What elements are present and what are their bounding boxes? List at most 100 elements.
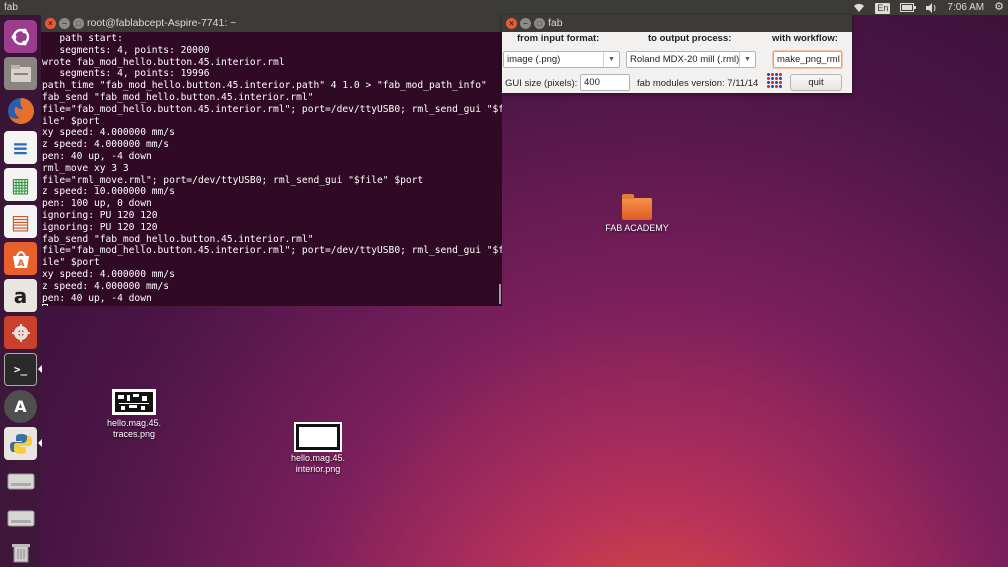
terminal-line: file="rml_move.rml"; port=/dev/ttyUSB0; …	[42, 174, 424, 186]
to-output-process-label: to output process:	[648, 33, 732, 44]
png-thumbnail-icon	[112, 389, 156, 415]
terminal-line: file="fab_mod_hello.button.45.interior.r…	[42, 245, 502, 257]
logo-dot	[767, 81, 770, 84]
software-updater-icon[interactable]: A	[4, 390, 37, 423]
terminal-line: ile" $port	[42, 115, 100, 127]
terminal-output[interactable]: path start: segments: 4, points: 20000 wr…	[41, 32, 502, 306]
top-panel: fab En 7:06 AM ⚙	[0, 0, 1008, 15]
libreoffice-calc-icon[interactable]: ▦	[4, 168, 37, 201]
svg-text:A: A	[17, 259, 24, 269]
quit-button[interactable]: quit	[790, 74, 842, 91]
fab-title: fab	[548, 17, 563, 29]
logo-dot	[775, 73, 778, 76]
indicator-area: En 7:06 AM ⚙	[853, 0, 1004, 15]
version-text: fab modules version: 7/11/14	[637, 78, 759, 89]
terminal-line: ignoring: PU 120 120	[42, 221, 158, 233]
drive-icon[interactable]	[4, 464, 37, 497]
terminal-line: pen: 40 up, -4 down	[42, 150, 152, 162]
logo-dot	[775, 85, 778, 88]
terminal-titlebar[interactable]: × – □ root@fablabcept-Aspire-7741: ~	[41, 15, 502, 32]
output-process-value: Roland MDX-20 mill (.rml)	[630, 54, 740, 65]
logo-dot	[771, 81, 774, 84]
terminal-line: ignoring: PU 120 120	[42, 209, 158, 221]
chevron-down-icon[interactable]: ▼	[739, 52, 755, 67]
terminal-line: segments: 4, points: 20000	[42, 44, 210, 56]
workflow-value: make_png_rml	[777, 54, 840, 65]
terminal-line: path start:	[42, 33, 123, 44]
terminal-window[interactable]: × – □ root@fablabcept-Aspire-7741: ~ pat…	[41, 15, 502, 306]
volume-icon[interactable]	[926, 0, 937, 15]
clock-time[interactable]: 7:06 AM	[947, 0, 984, 15]
fab-titlebar[interactable]: × – □ fab	[502, 15, 852, 32]
maximize-icon[interactable]: □	[73, 18, 84, 29]
logo-dot	[775, 81, 778, 84]
fab-window[interactable]: × – □ fab from input format: to output p…	[502, 15, 852, 93]
terminal-cursor	[42, 304, 48, 306]
logo-dot	[767, 85, 770, 88]
workflow-field[interactable]: make_png_rml	[773, 51, 842, 68]
terminal-line: z speed: 10.000000 mm/s	[42, 186, 175, 198]
battery-icon[interactable]	[900, 0, 917, 15]
firefox-icon[interactable]	[4, 94, 37, 127]
terminal-line: rml_move xy 3 3	[42, 162, 129, 174]
gui-size-input[interactable]: 400	[580, 74, 630, 91]
output-process-select[interactable]: Roland MDX-20 mill (.rml) ▼	[626, 51, 756, 68]
close-icon[interactable]: ×	[45, 18, 56, 29]
terminal-line: fab_send "fab_mod_hello.button.45.interi…	[42, 233, 314, 245]
terminal-line: ile" $port	[42, 257, 100, 269]
terminal-icon[interactable]: >_	[4, 353, 37, 386]
maximize-icon[interactable]: □	[534, 18, 545, 29]
terminal-line: file="fab_mod_hello.button.45.interior.r…	[42, 103, 502, 115]
logo-dot	[771, 77, 774, 80]
terminal-line: z speed: 4.000000 mm/s	[42, 139, 170, 151]
gui-size-label: GUI size (pixels):	[505, 78, 578, 89]
active-app-name: fab	[4, 2, 18, 13]
desktop-file-traces[interactable]: hello.mag.45. traces.png	[94, 389, 174, 439]
drive-2-icon[interactable]	[4, 501, 37, 534]
terminal-line: path_time "fab_mod_hello.button.45.inter…	[42, 80, 487, 92]
desktop-icon-label: hello.mag.45. interior.png	[290, 453, 346, 474]
terminal-line: wrote fab_mod_hello.button.45.interior.r…	[42, 56, 285, 68]
input-format-select[interactable]: image (.png) ▼	[503, 51, 620, 68]
desktop-icon-label: hello.mag.45. traces.png	[106, 418, 162, 439]
terminal-line: xy speed: 4.000000 mm/s	[42, 268, 175, 280]
libreoffice-writer-icon[interactable]: ≡	[4, 131, 37, 164]
terminal-line: segments: 4, points: 19996	[42, 68, 210, 80]
active-app-arrow	[38, 365, 42, 373]
minimize-icon[interactable]: –	[59, 18, 70, 29]
files-icon[interactable]	[4, 57, 37, 90]
amazon-icon[interactable]: a	[4, 279, 37, 312]
terminal-line	[42, 304, 501, 306]
fab-logo-icon	[767, 73, 783, 89]
terminal-scrollbar[interactable]	[499, 284, 501, 304]
logo-dot	[779, 81, 782, 84]
libreoffice-impress-icon[interactable]: ▤	[4, 205, 37, 238]
desktop-icon-label: FAB ACADEMY	[605, 223, 669, 233]
logo-dot	[771, 85, 774, 88]
terminal-line: z speed: 4.000000 mm/s	[42, 280, 170, 292]
ubuntu-dash-icon[interactable]	[4, 20, 37, 53]
software-center-icon[interactable]: A	[4, 242, 37, 275]
close-icon[interactable]: ×	[506, 18, 517, 29]
minimize-icon[interactable]: –	[520, 18, 531, 29]
from-input-format-label: from input format:	[517, 33, 600, 44]
running-app-arrow	[38, 439, 42, 447]
desktop-folder-fab-academy[interactable]: FAB ACADEMY	[597, 194, 677, 234]
wifi-icon[interactable]	[853, 0, 865, 15]
terminal-line: pen: 100 up, 0 down	[42, 198, 152, 210]
logo-dot	[775, 77, 778, 80]
logo-dot	[779, 85, 782, 88]
system-settings-icon[interactable]	[4, 316, 37, 349]
keyboard-layout-indicator[interactable]: En	[875, 3, 891, 14]
python-icon[interactable]	[4, 427, 37, 460]
chevron-down-icon[interactable]: ▼	[603, 52, 619, 67]
png-thumbnail-icon	[294, 422, 342, 452]
settings-gear-icon[interactable]: ⚙	[994, 0, 1004, 15]
desktop-file-interior[interactable]: hello.mag.45. interior.png	[278, 422, 358, 474]
with-workflow-label: with workflow:	[772, 33, 838, 44]
gui-size-value: 400	[584, 77, 600, 88]
terminal-line: xy speed: 4.000000 mm/s	[42, 127, 175, 139]
trash-icon[interactable]	[4, 535, 37, 567]
logo-dot	[779, 73, 782, 76]
input-format-value: image (.png)	[507, 54, 561, 65]
